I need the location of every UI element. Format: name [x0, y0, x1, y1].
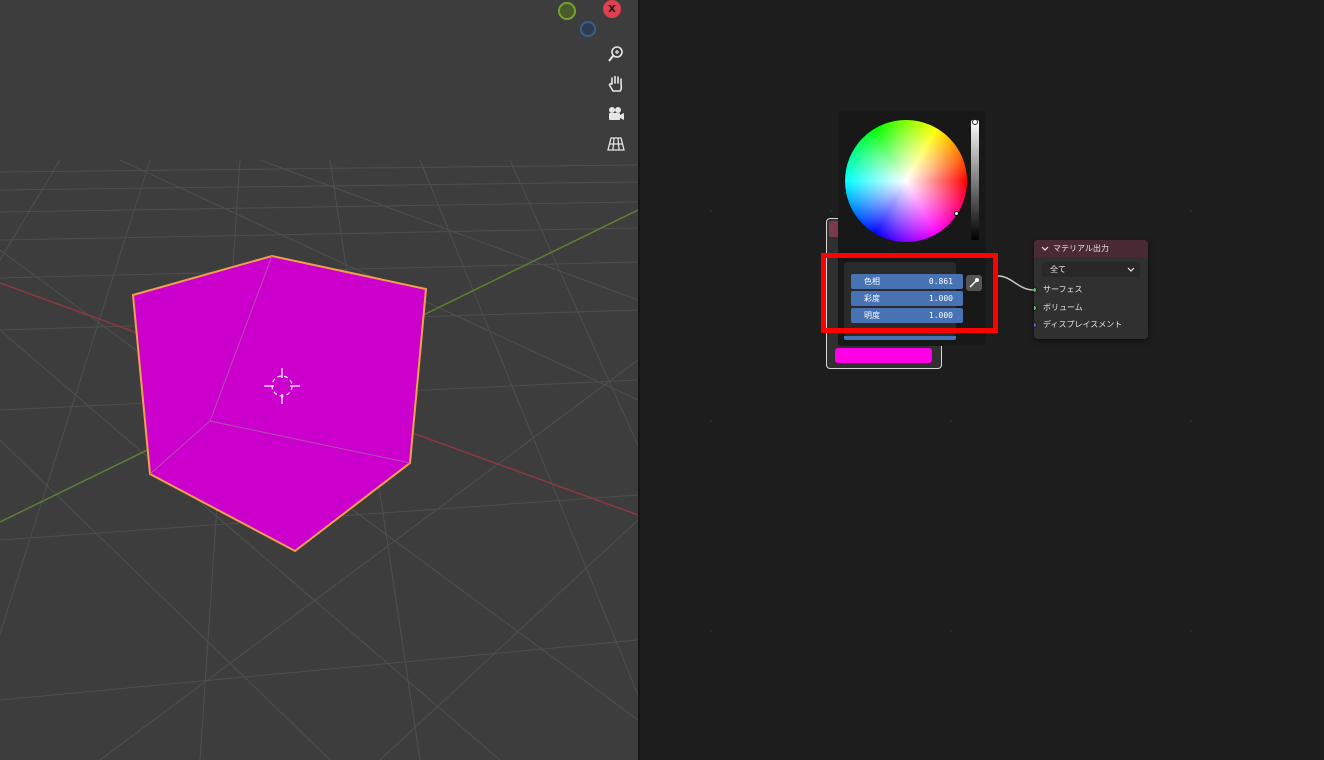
camera-icon: [609, 107, 624, 120]
volume-socket-row[interactable]: ボリューム: [1034, 301, 1083, 314]
displacement-label: ディスプレイスメント: [1043, 320, 1123, 329]
chevron-down-icon: [1127, 267, 1135, 272]
gizmo-z-neg-axis[interactable]: [580, 21, 596, 37]
gizmo-y-axis[interactable]: [558, 2, 576, 20]
shader-node-editor[interactable]: 色相 0.861 彩度 1.000 明度 1.000 マテリアル出力 全て サー…: [640, 0, 1324, 760]
hue-saturation-wheel[interactable]: [845, 120, 967, 242]
hsv-highlight-box: [821, 253, 998, 333]
value-slider-knob[interactable]: [972, 119, 978, 125]
wheel-cursor[interactable]: [954, 211, 959, 216]
volume-label: ボリューム: [1043, 303, 1083, 312]
pan-button[interactable]: [602, 70, 630, 98]
grid-perspective-icon: [607, 137, 625, 151]
hand-pan-icon: [608, 75, 623, 92]
zoom-button[interactable]: [602, 40, 630, 68]
gizmo-x-axis[interactable]: X: [603, 0, 621, 18]
camera-view-button[interactable]: [602, 100, 630, 128]
displacement-socket[interactable]: [1034, 321, 1037, 328]
perspective-toggle-button[interactable]: [602, 130, 630, 158]
volume-socket[interactable]: [1034, 304, 1037, 311]
surface-label: サーフェス: [1043, 285, 1083, 294]
3d-viewport[interactable]: X: [0, 0, 638, 760]
viewport-scene: [0, 159, 638, 760]
rgb-color-swatch[interactable]: [835, 348, 932, 363]
material-output-title: マテリアル出力: [1053, 244, 1109, 253]
material-output-header[interactable]: マテリアル出力: [1034, 240, 1148, 257]
target-dropdown[interactable]: 全て: [1042, 262, 1140, 277]
value-slider[interactable]: [971, 120, 979, 240]
chevron-down-icon[interactable]: [1041, 246, 1049, 252]
material-output-node[interactable]: マテリアル出力 全て サーフェス ボリューム ディスプレイスメント: [1034, 240, 1148, 339]
zoom-icon: [608, 46, 623, 62]
displacement-socket-row[interactable]: ディスプレイスメント: [1034, 318, 1122, 331]
surface-socket[interactable]: [1034, 286, 1037, 293]
blender-window: X 色相 0.861 彩度 1.000 明度 1.000 マテリアル出力 全て …: [0, 0, 1324, 760]
surface-socket-row[interactable]: サーフェス: [1034, 283, 1083, 296]
picker-bottom-field[interactable]: [844, 336, 956, 340]
target-value: 全て: [1050, 265, 1066, 274]
gizmo-x-label: X: [608, 3, 616, 15]
